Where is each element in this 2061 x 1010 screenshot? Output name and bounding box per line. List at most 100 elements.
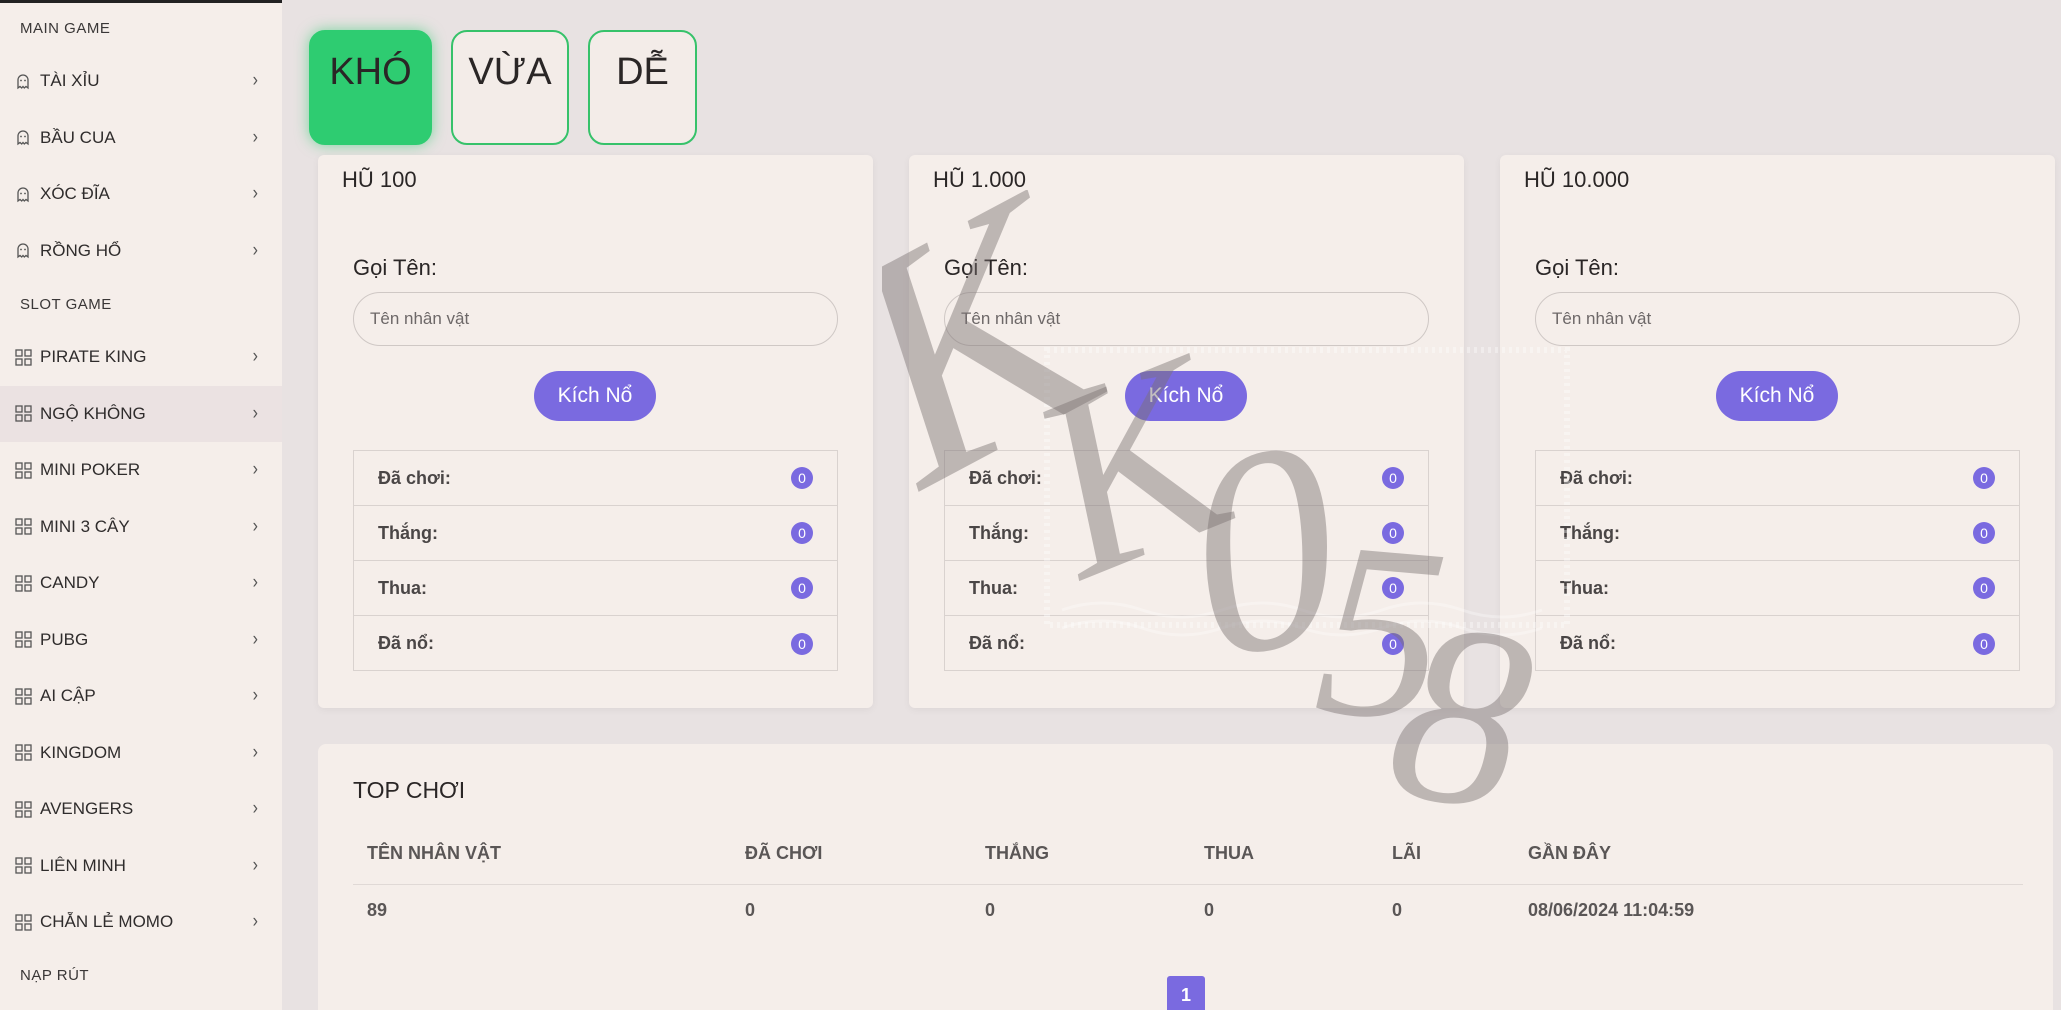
grid-icon [14, 913, 32, 931]
sidebar-item-label: PIRATE KING [40, 347, 147, 367]
chevron-right-icon: › [252, 572, 258, 593]
stat-played: Đã chơi: 0 [354, 451, 837, 506]
name-label: Gọi Tên: [944, 255, 1028, 280]
sidebar-section-header: MAIN GAME [20, 19, 111, 37]
sidebar-item[interactable]: XÓC ĐĨA › [0, 166, 282, 223]
jackpot-card-1000: HŨ 1.000 Gọi Tên: Kích Nổ Đã chơi:0 Thắn… [909, 155, 1464, 708]
chevron-right-icon: › [252, 685, 258, 706]
grid-icon [14, 631, 32, 649]
name-label: Gọi Tên: [1535, 255, 1619, 280]
sidebar-item-label: NGỘ KHÔNG [40, 403, 146, 423]
grid-icon [14, 348, 32, 366]
grid-icon [14, 405, 32, 423]
stats-list: Đã chơi: 0 Thắng: 0 Thua: 0 Đã nổ: 0 [1535, 450, 2020, 671]
tab-vua[interactable]: VỪA [451, 30, 569, 145]
count-badge: 0 [791, 467, 813, 489]
sidebar-item-label: PUBG [40, 629, 89, 649]
sidebar-item[interactable]: MINI POKER › [0, 442, 282, 499]
ghost-icon [14, 185, 32, 203]
count-badge: 0 [791, 632, 813, 655]
sidebar-item-label: LIÊN MINH [40, 855, 126, 875]
card-title: HŨ 10.000 [1524, 167, 1630, 192]
sidebar-item[interactable]: RỒNG HỔ › [0, 223, 282, 280]
chevron-right-icon: › [252, 911, 258, 932]
count-badge: 0 [1382, 522, 1404, 544]
count-badge: 0 [1973, 467, 1995, 489]
sidebar-section-header: NẠP RÚT [20, 967, 90, 984]
character-name-input[interactable] [353, 292, 838, 346]
grid-icon [14, 687, 32, 705]
sidebar-item-label: BẦU CUA [40, 127, 116, 147]
ghost-icon [14, 72, 32, 90]
trigger-jackpot-button[interactable]: Kích Nổ [1716, 371, 1838, 421]
stat-exploded: Đã nổ: 0 [354, 616, 837, 671]
tab-kho[interactable]: KHÓ [309, 30, 432, 145]
ghost-icon [14, 129, 32, 147]
count-badge: 0 [791, 522, 813, 544]
count-badge: 0 [1973, 577, 1995, 599]
sidebar-item-label: RỒNG HỔ [40, 240, 122, 260]
chevron-right-icon: › [252, 854, 258, 876]
difficulty-tabs: KHÓ VỪA DỄ [309, 30, 697, 145]
grid-icon [14, 857, 32, 875]
sidebar-item[interactable]: TÀI XỈU › [0, 53, 282, 110]
chevron-right-icon: › [252, 239, 258, 261]
col-character-name: TÊN NHÂN VẬT [353, 824, 731, 885]
sidebar-item[interactable]: MINI 3 CÂY › [0, 499, 282, 556]
count-badge: 0 [1382, 577, 1404, 599]
sidebar-item[interactable]: KINGDOM › [0, 725, 282, 782]
chevron-right-icon: › [252, 515, 258, 537]
count-badge: 0 [1973, 522, 1995, 544]
count-badge: 0 [1382, 467, 1404, 489]
grid-icon [14, 800, 32, 818]
stats-list: Đã chơi: 0 Thắng: 0 Thua: 0 Đã nổ: 0 [944, 450, 1429, 671]
sidebar-section-header: SLOT GAME [20, 295, 112, 313]
sidebar-item[interactable]: AI CẬP › [0, 668, 282, 725]
sidebar-item[interactable]: CHẴN LẺ MOMO › [0, 894, 282, 951]
sidebar: MAIN GAME TÀI XỈU › BẦU CUA › XÓC ĐĨA › RỒNG HỔ… [0, 3, 282, 1010]
stat-won: Thắng: 0 [945, 506, 1428, 561]
sidebar-item-label: CHẴN LẺ MOMO [40, 912, 174, 932]
pagination-page-1[interactable]: 1 [1167, 976, 1205, 1010]
top-players-title: TOP CHƠI [353, 777, 466, 803]
sidebar-item[interactable]: PIRATE KING › [0, 329, 282, 386]
jackpot-card-100: HŨ 100 Gọi Tên: Kích Nổ Đã chơi:0 Thắng:… [318, 155, 873, 708]
stat-played: Đã chơi: 0 [945, 451, 1428, 506]
sidebar-item-label: AI CẬP [40, 686, 96, 706]
trigger-jackpot-button[interactable]: Kích Nổ [1125, 371, 1247, 421]
cell-recent: 08/06/2024 11:04:59 [1528, 899, 1695, 920]
chevron-right-icon: › [252, 70, 258, 91]
sidebar-item[interactable]: PUBG › [0, 612, 282, 669]
stat-lost: Thua: 0 [354, 561, 837, 616]
character-name-input[interactable] [944, 292, 1429, 346]
sidebar-item[interactable]: CANDY › [0, 555, 282, 612]
ghost-icon [14, 242, 32, 260]
sidebar-item-label: TÀI XỈU [40, 71, 100, 91]
sidebar-item-label: AVENGERS [40, 799, 134, 819]
cell-played: 0 [745, 899, 756, 920]
sidebar-item-label: XÓC ĐĨA [40, 184, 110, 204]
table-row: 89 0 0 0 0 08/06/2024 11:04:59 [353, 884, 2023, 936]
stat-lost: Thua: 0 [945, 561, 1428, 616]
sidebar-item[interactable]: AVENGERS › [0, 781, 282, 838]
grid-icon [14, 518, 32, 536]
sidebar-item-label: KINGDOM [40, 742, 122, 762]
trigger-jackpot-button[interactable]: Kích Nổ [534, 371, 656, 421]
col-played: ĐÃ CHƠI [731, 824, 971, 885]
top-players-panel: TOP CHƠI TÊN NHÂN VẬT ĐÃ CHƠI THẮNG THUA… [318, 744, 2053, 1010]
grid-icon [14, 461, 32, 479]
sidebar-item[interactable]: LIÊN MINH › [0, 838, 282, 895]
chevron-right-icon: › [252, 459, 258, 480]
character-name-input[interactable] [1535, 292, 2020, 346]
stat-lost: Thua: 0 [1536, 561, 2019, 616]
stat-played: Đã chơi: 0 [1536, 451, 2019, 506]
stat-won: Thắng: 0 [1536, 506, 2019, 561]
col-lost: THUA [1190, 824, 1378, 885]
chevron-right-icon: › [252, 183, 258, 204]
stat-exploded: Đã nổ: 0 [1536, 616, 2019, 671]
sidebar-item[interactable]: NGỘ KHÔNG › [0, 385, 282, 442]
table-header-row: TÊN NHÂN VẬT ĐÃ CHƠI THẮNG THUA LÃI GẦN … [353, 824, 2023, 885]
tab-de[interactable]: DỄ [588, 30, 697, 145]
cell-profit: 0 [1392, 899, 1403, 920]
sidebar-item[interactable]: BẦU CUA › [0, 110, 282, 167]
